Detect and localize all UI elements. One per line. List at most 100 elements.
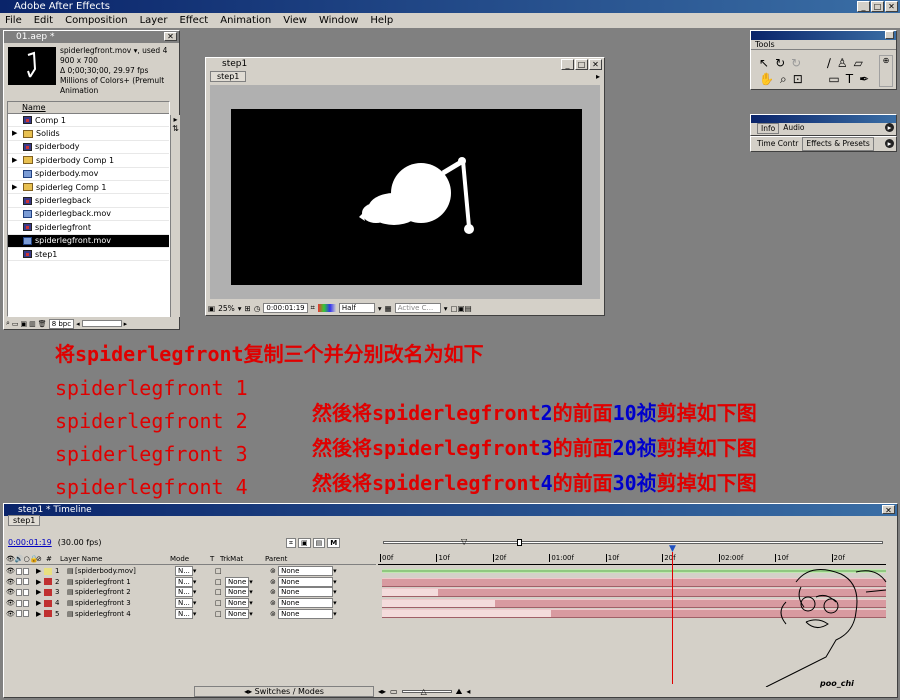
maximize-button[interactable]: □ <box>871 1 884 12</box>
effects-menu-icon[interactable]: ▸ <box>885 139 894 148</box>
eye-icon[interactable]: 👁 <box>6 610 16 618</box>
switch-boxes[interactable] <box>16 599 36 607</box>
zoom-out-icon[interactable]: ◂▸ <box>378 687 386 696</box>
layer-parent[interactable]: None <box>278 587 334 598</box>
preserve-transparency-box[interactable]: □ <box>215 588 225 596</box>
channels-icon[interactable] <box>317 304 336 312</box>
parent-header[interactable]: Parent <box>265 555 335 563</box>
work-area-end-handle[interactable] <box>517 539 522 546</box>
brush-tool-icon[interactable]: ∕ <box>827 56 837 70</box>
zoom-select[interactable]: 25% <box>218 304 235 313</box>
mode-dropdown-icon[interactable]: ▾ <box>193 578 197 586</box>
project-close-button[interactable]: ✕ <box>164 32 177 41</box>
layer-trkmat[interactable]: None <box>225 598 250 609</box>
layer-parent[interactable]: None <box>278 608 334 619</box>
eye-icon[interactable]: 👁 <box>6 567 16 575</box>
resolution-select[interactable]: Half <box>338 303 375 313</box>
parent-dropdown-icon[interactable]: ▾ <box>333 610 337 618</box>
trkmat-dropdown-icon[interactable]: ▾ <box>249 588 253 596</box>
timeline-close-button[interactable]: ✕ <box>882 505 895 515</box>
scroll-left-icon[interactable]: ◂ <box>76 320 80 328</box>
parent-dropdown-icon[interactable]: ▾ <box>333 599 337 607</box>
eraser-tool-icon[interactable]: ▱ <box>854 56 869 70</box>
camera-orbit-icon[interactable]: ↻ <box>791 56 807 70</box>
switch-boxes[interactable] <box>16 588 36 596</box>
mask-tool-icon[interactable]: ▭ <box>828 72 845 86</box>
pickwhip-icon[interactable]: ⊚ <box>270 588 276 596</box>
rotate-tool-icon[interactable]: ↻ <box>775 56 791 70</box>
preserve-transparency-box[interactable]: □ <box>215 610 225 618</box>
mode-dropdown-icon[interactable]: ▾ <box>193 567 197 575</box>
layer-name-header[interactable]: Layer Name <box>60 555 170 563</box>
menu-help[interactable]: Help <box>370 13 393 28</box>
layer-trkmat[interactable]: None <box>225 587 250 598</box>
comp-timecode[interactable]: 0:00:01:19 <box>263 303 308 313</box>
camera-select[interactable]: Active C... <box>394 303 441 313</box>
tool-options-icon[interactable]: ⊕ <box>879 55 893 87</box>
camera-dropdown-icon[interactable]: ▾ <box>444 304 448 313</box>
timeline-layer-row[interactable]: 👁 ▶ 5 ▤ spiderlegfront 4 N... ▾ □ None ▾ ⊚ None ▾ <box>6 608 376 619</box>
selection-tool-icon[interactable]: ↖ <box>759 56 775 70</box>
menu-edit[interactable]: Edit <box>34 13 53 28</box>
zoom-tool-icon[interactable]: ⌕ <box>780 72 793 86</box>
tools-close-button[interactable] <box>885 31 894 39</box>
tab-step1[interactable]: step1 <box>210 71 247 82</box>
parent-dropdown-icon[interactable]: ▾ <box>333 588 337 596</box>
pickwhip-icon[interactable]: ⊚ <box>270 610 276 618</box>
layer-label-color[interactable] <box>44 588 52 596</box>
motion-blur-icon[interactable]: ▤ <box>312 538 326 548</box>
layer-label-color[interactable] <box>44 610 52 618</box>
timeline-layer-row[interactable]: 👁 ▶ 2 ▤ spiderlegfront 1 N... ▾ □ None ▾ ⊚ None ▾ <box>6 576 376 588</box>
project-item[interactable]: spiderbody.mov <box>8 168 169 181</box>
comp-flowchart-icon[interactable]: ⌗ <box>286 538 296 548</box>
eye-icon[interactable]: 👁 <box>6 578 16 586</box>
comp-maximize-button[interactable]: □ <box>575 59 588 70</box>
comp-close-button[interactable]: ✕ <box>589 59 602 70</box>
timeline-layer-row[interactable]: 👁 ▶ 4 ▤ spiderlegfront 3 N... ▾ □ None ▾ ⊚ None ▾ <box>6 598 376 609</box>
layer-mode[interactable]: N... <box>175 566 193 577</box>
minimize-button[interactable]: _ <box>857 1 870 12</box>
comp-viewer[interactable] <box>210 85 600 299</box>
project-item[interactable]: spiderlegfront <box>8 221 169 235</box>
layer-name[interactable]: spiderlegfront 2 <box>75 588 175 596</box>
layer-mode[interactable]: N... <box>175 587 193 598</box>
mode-dropdown-icon[interactable]: ▾ <box>193 599 197 607</box>
trkmat-dropdown-icon[interactable]: ▾ <box>249 599 253 607</box>
layer-name[interactable]: spiderlegfront 1 <box>75 578 175 586</box>
layer-name[interactable]: spiderlegfront 3 <box>75 599 175 607</box>
layer-label-color[interactable] <box>44 578 52 586</box>
twirl-arrow-icon[interactable]: ▶ <box>36 610 44 618</box>
project-item[interactable]: ▶ spiderbody Comp 1 <box>8 154 169 168</box>
tab-audio[interactable]: Audio <box>783 123 804 134</box>
project-item[interactable]: spiderlegfront.mov <box>8 234 169 248</box>
draft-3d-icon[interactable]: ▣ <box>297 538 311 548</box>
find-icon[interactable]: ⌕ <box>6 319 10 328</box>
project-item[interactable]: spiderlegback.mov <box>8 208 169 222</box>
trkmat-header[interactable]: TrkMat <box>220 555 265 563</box>
tools-tab[interactable]: Tools <box>751 40 896 50</box>
trkmat-dropdown-icon[interactable]: ▾ <box>249 578 253 586</box>
eye-icon[interactable]: 👁 <box>6 599 16 607</box>
project-item[interactable]: ▶ Solids <box>8 127 169 141</box>
layer-parent[interactable]: None <box>278 598 334 609</box>
twirl-arrow-icon[interactable]: ▶ <box>36 567 44 575</box>
timeline-layer-row[interactable]: 👁 ▶ 1 ▤ [spiderbody.mov] N... ▾ □ ⊚ None ▾ <box>6 566 376 577</box>
layer-name[interactable]: [spiderbody.mov] <box>75 567 175 575</box>
layer-label-color[interactable] <box>44 599 52 607</box>
menu-animation[interactable]: Animation <box>220 13 271 28</box>
menu-view[interactable]: View <box>283 13 307 28</box>
menu-effect[interactable]: Effect <box>179 13 208 28</box>
pickwhip-icon[interactable]: ⊚ <box>270 567 276 575</box>
mode-header[interactable]: Mode <box>170 555 210 563</box>
pan-behind-icon[interactable]: ⊡ <box>793 72 809 86</box>
expand-arrow-icon[interactable]: ▶ <box>12 127 20 140</box>
project-item[interactable]: ▶ spiderleg Comp 1 <box>8 181 169 195</box>
close-button[interactable]: ✕ <box>885 1 898 12</box>
project-item[interactable]: spiderlegback <box>8 194 169 208</box>
display-icon[interactable]: ▣ <box>208 304 215 313</box>
hand-tool-icon[interactable]: ✋ <box>759 72 780 86</box>
trkmat-dropdown-icon[interactable]: ▾ <box>249 610 253 618</box>
layer-mode[interactable]: N... <box>175 598 193 609</box>
menu-layer[interactable]: Layer <box>140 13 168 28</box>
roi-icon[interactable]: ▦ <box>385 304 392 313</box>
